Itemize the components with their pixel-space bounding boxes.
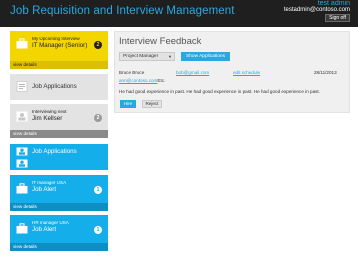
feedback-text: He had good experience in past. He had g… [119,89,320,94]
interviewer-line: ann@contoso.comEtc. [119,78,165,83]
tile-job-alert-it-manager[interactable]: IT manager USA Job Alert 1 view details [10,175,108,211]
show-applications-button[interactable]: Show Applications [181,52,230,61]
sign-off-button[interactable]: Sign off [325,14,350,22]
hire-button[interactable]: Hire [120,100,136,108]
briefcase-icon [16,223,28,234]
view-details-link[interactable]: view details [10,243,108,251]
page: Job Requisition and Interview Management… [0,0,358,258]
count-badge: 1 [94,186,102,194]
tile-subtitle: My Upcoming Interview [32,36,80,41]
person-icon [16,159,28,168]
chevron-down-icon: ▼ [168,54,172,59]
tile-subtitle: Interviewing next [32,109,67,114]
view-details-link[interactable]: view details [10,203,108,211]
tile-title: Job Applications [32,83,77,90]
position-select[interactable]: Project Manager ▼ [119,52,175,61]
panel-title: Interview Feedback [119,36,202,47]
person-icon [16,147,28,156]
interviewer-email-link[interactable]: ann@contoso.com [119,78,157,83]
count-badge: 1 [94,226,102,234]
view-details-link[interactable]: view details [10,61,108,69]
interviewer-suffix: Etc. [157,78,166,83]
briefcase-icon [16,183,28,194]
tile-title: IT Manager (Senior) [32,42,88,49]
user-name: test admin [317,0,350,7]
briefcase-icon [16,38,28,49]
reject-button[interactable]: Reject [142,100,162,108]
document-icon [16,81,28,92]
tile-subtitle: IT manager USA [32,180,67,185]
candidate-email-link[interactable]: bob@gmail.com [176,70,209,75]
user-email: testadmin@contoso.com [283,7,350,13]
interview-feedback-panel: Interview Feedback Project Manager ▼ Sho… [114,31,350,113]
top-bar: Job Requisition and Interview Management… [0,0,358,27]
tile-title: Jim Kellser [32,115,63,122]
tile-subtitle: HR manager USA [32,220,69,225]
tile-upcoming-interview[interactable]: My Upcoming Interview IT Manager (Senior… [10,31,108,69]
app-title: Job Requisition and Interview Management [10,5,235,17]
person-icon [16,111,28,122]
count-badge: 2 [94,114,102,122]
tile-interviewing-next[interactable]: Interviewing next Jim Kellser 2 view det… [10,104,108,138]
tile-title: Job Alert [32,186,57,193]
tile-job-applications[interactable]: Job Applications [10,74,108,100]
edit-schedule-link[interactable]: edit schedule [233,70,260,75]
count-badge: 2 [94,41,102,49]
tile-job-applications-blue[interactable]: Job Applications [10,144,108,170]
tile-title: Job Applications [32,148,77,155]
candidate-name: Bruce Bruce [119,70,145,75]
position-select-value: Project Manager [123,54,159,59]
tile-job-alert-hr-manager[interactable]: HR manager USA Job Alert 1 view details [10,215,108,251]
tile-title: Job Alert [32,226,57,233]
interview-date: 28/11/2013 [314,70,337,75]
view-details-link[interactable]: view details [10,130,108,138]
